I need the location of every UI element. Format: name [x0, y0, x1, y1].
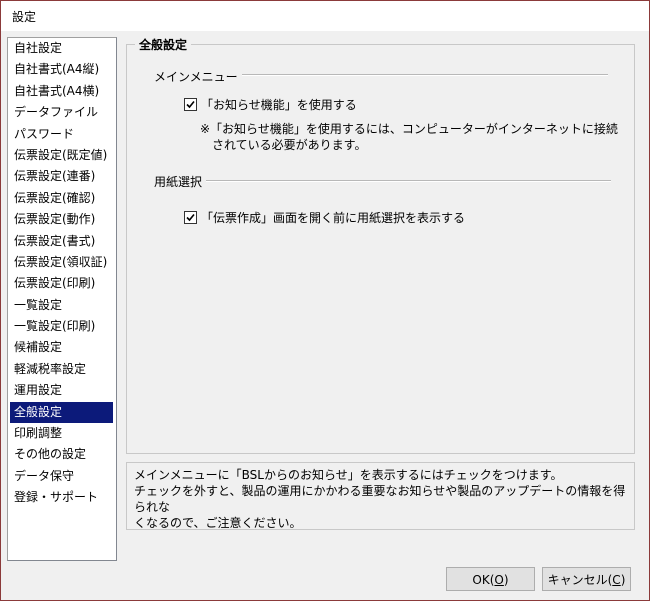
sidebar-item[interactable]: 運用設定	[10, 380, 113, 401]
description-text: メインメニューに「BSLからのお知らせ」を表示するにはチェックをつけます。 チェ…	[134, 467, 629, 531]
cancel-button-accelerator: C	[612, 573, 621, 587]
sidebar-item[interactable]: 自社書式(A4横)	[10, 81, 113, 102]
paper-select-checkbox[interactable]: 「伝票作成」画面を開く前に用紙選択を表示する	[184, 209, 465, 226]
sidebar-item[interactable]: データ保守	[10, 466, 113, 487]
sidebar-item[interactable]: 伝票設定(動作)	[10, 209, 113, 230]
sidebar-item[interactable]: 一覧設定(印刷)	[10, 316, 113, 337]
general-settings-group: 全般設定 メインメニュー 「お知らせ機能」を使用する ※「お知らせ機能」を使用す…	[126, 36, 635, 454]
sidebar-item[interactable]: 印刷調整	[10, 423, 113, 444]
sidebar-item[interactable]: 登録・サポート	[10, 487, 113, 508]
sidebar-item[interactable]: 自社書式(A4縦)	[10, 59, 113, 80]
sidebar-item[interactable]: 伝票設定(連番)	[10, 166, 113, 187]
paper-separator	[154, 180, 611, 182]
cancel-button[interactable]: キャンセル(C)	[542, 567, 631, 591]
sidebar-item[interactable]: パスワード	[10, 124, 113, 145]
window-title: 設定	[12, 10, 37, 24]
sidebar-item[interactable]: 伝票設定(確認)	[10, 188, 113, 209]
sidebar-item[interactable]: データファイル	[10, 102, 113, 123]
ok-button-accelerator: O	[494, 573, 504, 587]
sidebar-item[interactable]: 自社設定	[10, 38, 113, 59]
checkmark-icon	[186, 100, 195, 109]
sidebar-item[interactable]: 候補設定	[10, 337, 113, 358]
settings-window: 設定 自社設定 自社書式(A4縦) 自社書式(A4横) データファイル パスワード 伝票設…	[0, 0, 650, 601]
ok-button-label: OK(	[472, 573, 495, 587]
sidebar-item[interactable]: 軽減税率設定	[10, 359, 113, 380]
ok-button-label-end: )	[503, 573, 509, 587]
sidebar-item[interactable]: その他の設定	[10, 444, 113, 465]
settings-category-list[interactable]: 自社設定 自社書式(A4縦) 自社書式(A4横) データファイル パスワード 伝票設定(既…	[7, 37, 117, 561]
group-title: 全般設定	[135, 36, 192, 53]
sidebar-item[interactable]: 伝票設定(領収証)	[10, 252, 113, 273]
sidebar-item[interactable]: 伝票設定(印刷)	[10, 273, 113, 294]
ok-button[interactable]: OK(O)	[446, 567, 535, 591]
sidebar-item[interactable]: 一覧設定	[10, 295, 113, 316]
checkbox-box[interactable]	[184, 98, 197, 111]
category-items: 自社設定 自社書式(A4縦) 自社書式(A4横) データファイル パスワード 伝票設定(既…	[10, 38, 113, 509]
sidebar-item[interactable]: 伝票設定(既定値)	[10, 145, 113, 166]
checkmark-icon	[186, 213, 195, 222]
cancel-button-label: キャンセル(	[547, 573, 613, 587]
sidebar-item[interactable]: 伝票設定(書式)	[10, 231, 113, 252]
description-line-1: メインメニューに「BSLからのお知らせ」を表示するにはチェックをつけます。	[134, 468, 563, 482]
checkbox-label: 「伝票作成」画面を開く前に用紙選択を表示する	[201, 211, 466, 225]
checkbox-box[interactable]	[184, 211, 197, 224]
sidebar-item[interactable]: 全般設定	[10, 401, 113, 424]
main-menu-section-title: メインメニュー	[154, 68, 242, 85]
note-line-2: されている必要があります。	[212, 138, 367, 152]
notification-feature-checkbox[interactable]: 「お知らせ機能」を使用する	[184, 96, 357, 113]
description-line-2: チェックを外すと、製品の運用にかかわる重要なお知らせや製品のアップデートの情報を…	[134, 484, 626, 514]
description-box: メインメニューに「BSLからのお知らせ」を表示するにはチェックをつけます。 チェ…	[126, 462, 635, 530]
paper-section-title: 用紙選択	[154, 173, 207, 190]
checkbox-label: 「お知らせ機能」を使用する	[201, 98, 357, 112]
title-bar: 設定	[1, 1, 649, 31]
cancel-button-label-end: )	[620, 573, 626, 587]
notification-note: ※「お知らせ機能」を使用するには、コンピューターがインターネットに接続 されてい…	[200, 121, 618, 153]
note-line-1: ※「お知らせ機能」を使用するには、コンピューターがインターネットに接続	[200, 122, 618, 136]
description-line-3: くなるので、ご注意ください。	[134, 516, 302, 530]
